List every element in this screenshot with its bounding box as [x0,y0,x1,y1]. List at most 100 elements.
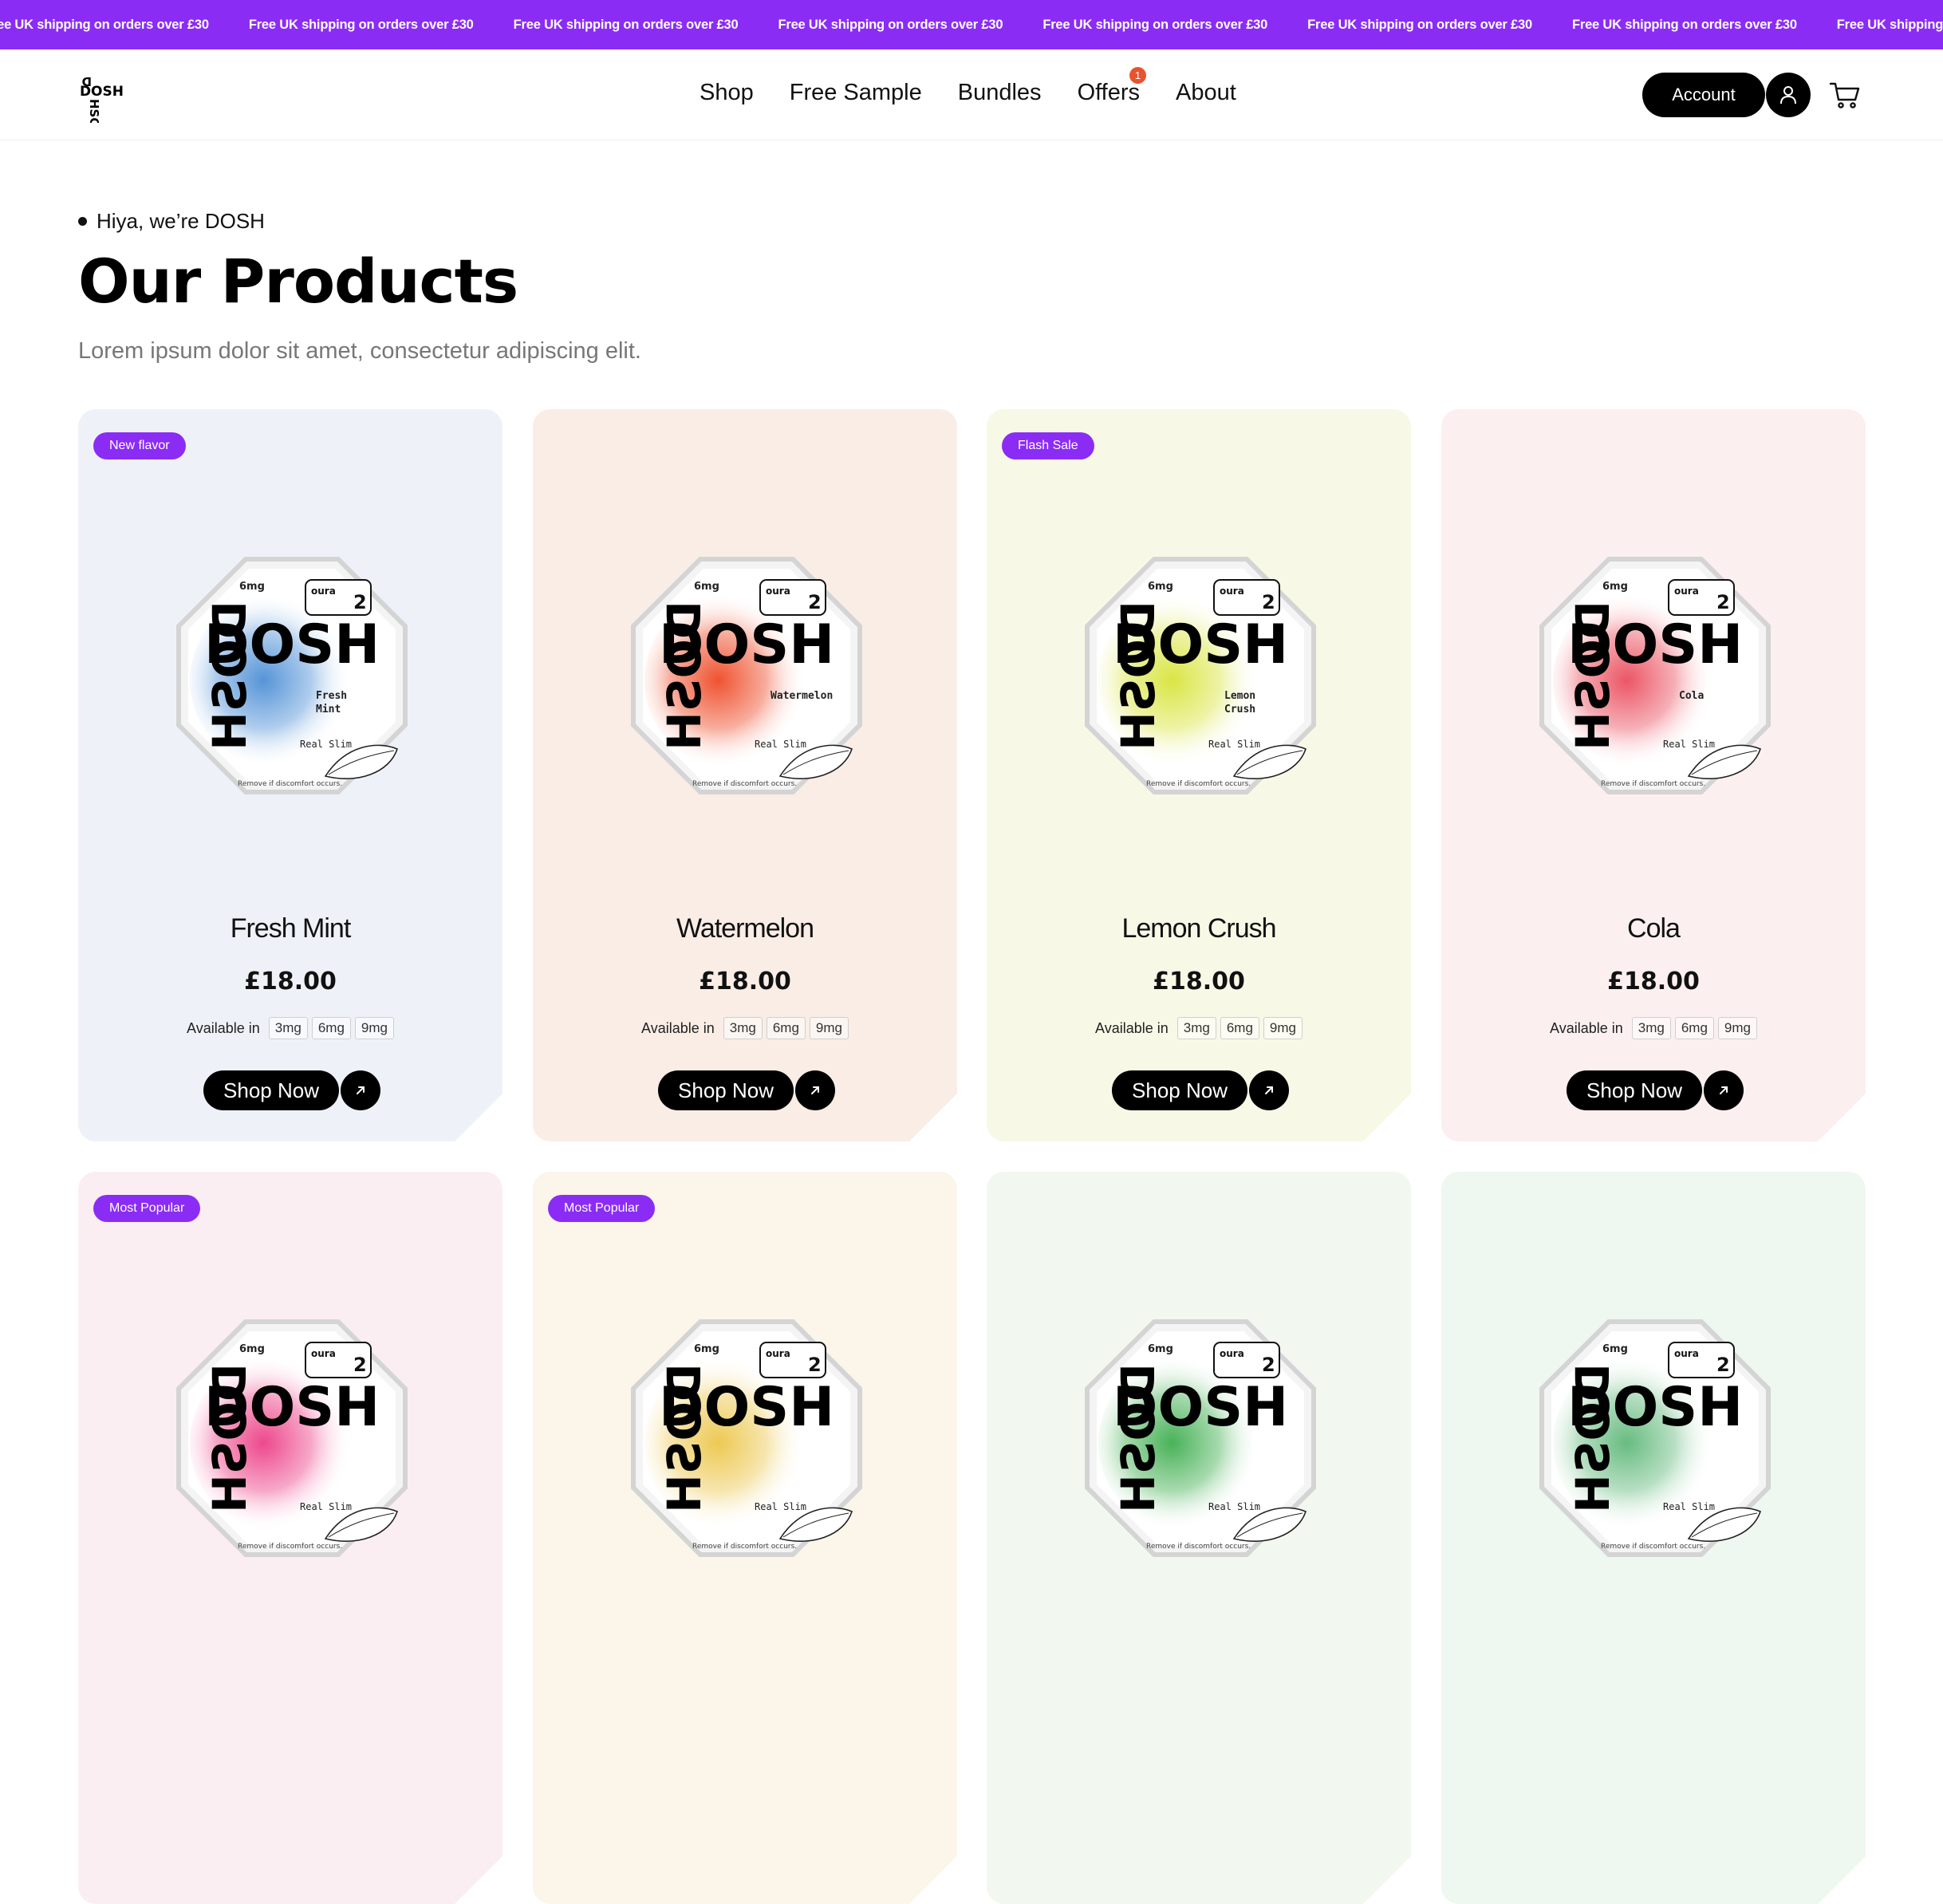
svg-text:6mg: 6mg [239,581,265,593]
strength-option[interactable]: 3mg [1632,1017,1671,1039]
strength-option[interactable]: 9mg [810,1017,849,1039]
product-card[interactable]: Most Popular 6mg oura 2 DOSH DOSH Real S… [78,1172,503,1904]
svg-text:oura: oura [1674,1348,1699,1359]
product-image[interactable]: 6mg oura 2 DOSH DOSH Fresh Mint Real Slim… [158,545,426,813]
product-card[interactable]: New flavor 6mg oura 2 DOSH DOSH Fresh Min… [78,409,503,1141]
main-nav: Shop Free Sample Bundles Offers 1 About [700,67,1236,106]
svg-text:HSO: HSO [87,99,101,123]
shop-now-label: Shop Now [1132,1078,1228,1102]
product-image[interactable]: 6mg oura 2 DOSH DOSH Real Slim Remove if… [158,1307,426,1575]
product-card[interactable]: 6mg oura 2 DOSH DOSH Real Slim Remove if… [987,1172,1411,1904]
strength-option[interactable]: 3mg [1177,1017,1216,1039]
svg-text:6mg: 6mg [1602,1343,1628,1355]
svg-text:Remove if discomfort occurs.: Remove if discomfort occurs. [1146,780,1251,788]
svg-text:2: 2 [1262,591,1275,613]
product-image[interactable]: 6mg oura 2 DOSH DOSH Cola Real Slim Remo… [1521,545,1789,813]
user-profile-button[interactable] [1766,73,1811,117]
shop-now-arrow-button[interactable] [1249,1070,1289,1110]
svg-text:oura: oura [1220,1348,1244,1359]
availability-label: Available in [1095,1019,1169,1036]
product-card[interactable]: Most Popular 6mg oura 2 DOSH DOSH Real S… [533,1172,957,1904]
svg-text:Remove if discomfort occurs.: Remove if discomfort occurs. [692,1543,797,1551]
cart-button[interactable] [1827,77,1863,113]
availability-row: Available in 3mg 6mg 9mg [987,1017,1411,1039]
nav-bundles-label: Bundles [957,80,1042,105]
product-card[interactable]: Flash Sale 6mg oura 2 DOSH DOSH Lemon Cru… [987,409,1411,1141]
nav-shop[interactable]: Shop [700,80,754,106]
svg-text:OSH: OSH [91,84,124,100]
shop-now-button[interactable]: Shop Now [1112,1070,1247,1110]
nav-bundles[interactable]: Bundles [958,80,1042,106]
site-header: D OSH D HSO Shop Free Sample Bundles Off… [0,49,1943,140]
strength-option[interactable]: 6mg [767,1017,806,1039]
arrow-up-right-icon [354,1084,367,1097]
shop-now-arrow-button[interactable] [341,1070,380,1110]
product-image[interactable]: 6mg oura 2 DOSH DOSH Watermelon Real Sli… [613,545,881,813]
product-image[interactable]: 6mg oura 2 DOSH DOSH Real Slim Remove if… [1066,1307,1334,1575]
strength-option[interactable]: 9mg [355,1017,394,1039]
svg-text:2: 2 [1716,1354,1730,1376]
svg-text:Remove if discomfort occurs.: Remove if discomfort occurs. [238,780,342,788]
arrow-up-right-icon [1717,1084,1730,1097]
announcement-text: Free UK shipping on orders over £30 [1307,17,1532,32]
availability-row: Available in 3mg 6mg 9mg [1441,1017,1866,1039]
svg-text:oura: oura [766,585,790,597]
shop-now-button[interactable]: Shop Now [203,1070,339,1110]
product-image[interactable]: 6mg oura 2 DOSH DOSH Lemon Crush Real Sli… [1066,545,1334,813]
shop-now-button[interactable]: Shop Now [658,1070,794,1110]
shop-now-row: Shop Now [78,1070,503,1110]
account-button[interactable]: Account [1642,73,1765,117]
product-badge: New flavor [93,432,186,459]
svg-text:Real Slim: Real Slim [755,739,806,750]
strength-option[interactable]: 9mg [1718,1017,1757,1039]
nav-shop-label: Shop [700,80,754,105]
nav-about[interactable]: About [1176,80,1236,106]
strength-option[interactable]: 3mg [269,1017,308,1039]
product-name[interactable]: Fresh Mint [78,913,503,944]
svg-text:Watermelon: Watermelon [770,690,833,702]
svg-text:Remove if discomfort occurs.: Remove if discomfort occurs. [1146,1543,1251,1551]
product-name[interactable]: Cola [1441,913,1866,944]
product-image[interactable]: 6mg oura 2 DOSH DOSH Real Slim Remove if… [613,1307,881,1575]
shop-now-arrow-button[interactable] [1704,1070,1744,1110]
hero-eyebrow-text: Hiya, we’re DOSH [97,209,265,233]
svg-text:oura: oura [766,1348,790,1359]
product-card[interactable]: 6mg oura 2 DOSH DOSH Watermelon Real Sli… [533,409,957,1141]
shop-now-arrow-button[interactable] [795,1070,835,1110]
announcement-text: Free UK shipping on orders over £30 [0,17,209,32]
product-name[interactable]: Lemon Crush [987,913,1411,944]
svg-text:Remove if discomfort occurs.: Remove if discomfort occurs. [238,1543,342,1551]
availability-row: Available in 3mg 6mg 9mg [533,1017,957,1039]
strength-option[interactable]: 3mg [723,1017,763,1039]
product-image[interactable]: 6mg oura 2 DOSH DOSH Real Slim Remove if… [1521,1307,1789,1575]
product-name[interactable]: Watermelon [533,913,957,944]
strength-option[interactable]: 6mg [1220,1017,1259,1039]
svg-text:2: 2 [1716,591,1730,613]
svg-text:DOSH: DOSH [1111,601,1165,751]
strength-option[interactable]: 9mg [1263,1017,1303,1039]
nav-free-sample[interactable]: Free Sample [790,80,922,106]
shop-now-label: Shop Now [678,1078,774,1102]
svg-text:DOSH: DOSH [1566,601,1620,751]
nav-free-sample-label: Free Sample [789,80,922,105]
arrow-up-right-icon [809,1084,822,1097]
bullet-dot [78,217,87,226]
dosh-logo[interactable]: D OSH D HSO [77,72,128,128]
strength-option[interactable]: 6mg [1675,1017,1714,1039]
shop-now-row: Shop Now [987,1070,1411,1110]
shop-now-button[interactable]: Shop Now [1567,1070,1702,1110]
announcement-text: Free UK shipping on orders over £30 [778,17,1003,32]
svg-text:2: 2 [808,1354,822,1376]
availability-row: Available in 3mg 6mg 9mg [78,1017,503,1039]
svg-text:6mg: 6mg [1602,581,1628,593]
product-card[interactable]: 6mg oura 2 DOSH DOSH Real Slim Remove if… [1441,1172,1866,1904]
product-card[interactable]: 6mg oura 2 DOSH DOSH Cola Real Slim Remo… [1441,409,1866,1141]
svg-text:oura: oura [1220,585,1244,597]
strength-option[interactable]: 6mg [312,1017,351,1039]
nav-offers[interactable]: Offers 1 [1078,67,1146,106]
announcement-bar: Free UK shipping on orders over £30 Free … [0,0,1943,49]
svg-text:Real Slim: Real Slim [1208,1501,1260,1512]
svg-text:Lemon: Lemon [1224,690,1255,702]
product-price: £18.00 [1153,968,1245,995]
svg-text:DOSH: DOSH [657,601,711,751]
